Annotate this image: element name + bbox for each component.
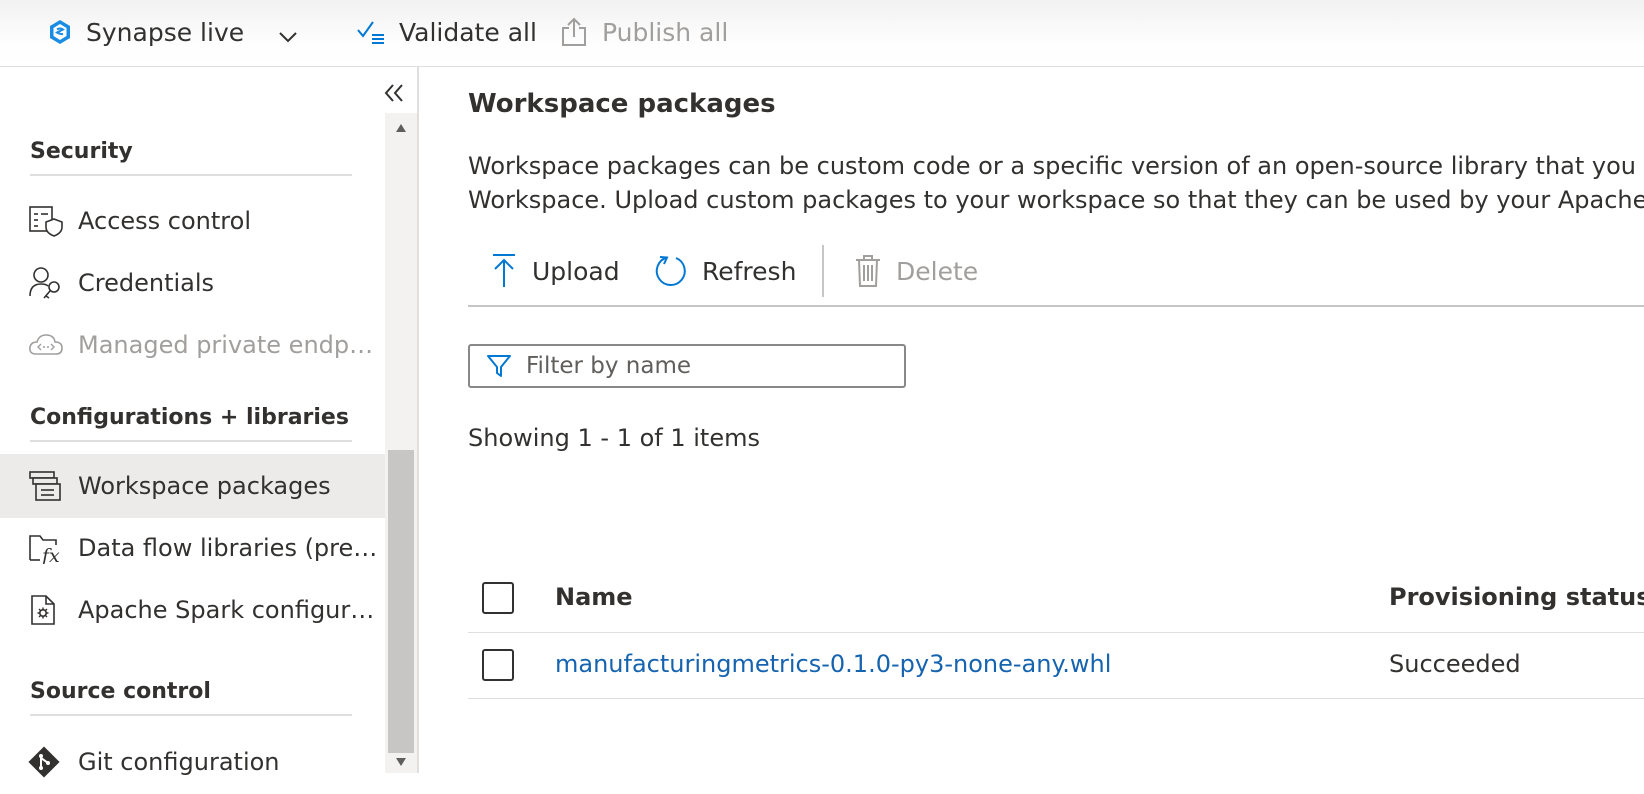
- packages-icon: [28, 470, 68, 502]
- table-header-row: Name Provisioning status: [468, 563, 1644, 633]
- workspace-mode-label: Synapse live: [86, 17, 245, 47]
- table-row[interactable]: manufacturingmetrics-0.1.0-py3-none-any.…: [468, 633, 1644, 699]
- chevron-down-icon: [278, 27, 298, 47]
- sidebar-scrollbar[interactable]: [385, 113, 417, 773]
- sidebar-item-label: Apache Spark configurations: [78, 596, 380, 624]
- sidebar-item-credentials[interactable]: Credentials: [0, 251, 385, 315]
- svg-text:fx: fx: [40, 545, 60, 564]
- section-header-source-control: Source control: [30, 679, 352, 716]
- section-header-security: Security: [30, 139, 352, 176]
- sidebar-item-label: Data flow libraries (preview): [78, 534, 380, 562]
- delete-button[interactable]: Delete: [854, 249, 978, 293]
- description-line: Workspace packages can be custom code or…: [468, 152, 1644, 180]
- scroll-down-arrow-icon[interactable]: [395, 757, 407, 767]
- access-control-icon: [28, 205, 68, 237]
- publish-all-label: Publish all: [602, 17, 729, 47]
- publish-icon: [560, 17, 588, 47]
- spark-config-icon: [28, 594, 68, 626]
- filter-box: [468, 344, 906, 388]
- sidebar-item-apache-spark-configurations[interactable]: Apache Spark configurations: [0, 578, 385, 642]
- page-description: Workspace packages can be custom code or…: [468, 149, 1644, 217]
- delete-label: Delete: [896, 256, 979, 286]
- collapse-sidebar-button[interactable]: [380, 79, 408, 107]
- provisioning-status: Succeeded: [1389, 650, 1521, 678]
- publish-all-button[interactable]: Publish all: [560, 17, 728, 47]
- validate-all-button[interactable]: Validate all: [357, 17, 537, 47]
- page-title: Workspace packages: [468, 89, 776, 119]
- upload-button[interactable]: Upload: [490, 249, 620, 293]
- sidebar-item-data-flow-libraries[interactable]: fx Data flow libraries (preview): [0, 516, 385, 580]
- manage-sidebar: Security Access control Credentials Mana…: [0, 67, 419, 778]
- sidebar-item-label: Credentials: [78, 269, 215, 297]
- delete-icon: [854, 254, 882, 288]
- description-line: Workspace. Upload custom packages to you…: [468, 186, 1644, 214]
- double-chevron-left-icon: [380, 79, 408, 107]
- filter-by-name-input[interactable]: [524, 352, 898, 380]
- refresh-icon: [654, 254, 688, 288]
- sidebar-item-label: Managed private endpoints: [78, 331, 380, 359]
- section-header-configurations-libraries: Configurations + libraries: [30, 405, 352, 442]
- sidebar-item-access-control[interactable]: Access control: [0, 189, 385, 253]
- validate-all-label: Validate all: [399, 17, 537, 47]
- refresh-button[interactable]: Refresh: [654, 249, 796, 293]
- workspace-mode-dropdown[interactable]: [278, 22, 298, 52]
- select-all-checkbox[interactable]: [482, 582, 514, 614]
- synapse-icon: [48, 19, 72, 45]
- sidebar-item-workspace-packages[interactable]: Workspace packages: [0, 454, 385, 518]
- validate-icon: [357, 18, 385, 46]
- items-count-text: Showing 1 - 1 of 1 items: [468, 424, 760, 452]
- column-header-name[interactable]: Name: [555, 583, 633, 611]
- upload-label: Upload: [532, 256, 620, 286]
- row-checkbox[interactable]: [482, 649, 514, 681]
- workspace-mode-selector[interactable]: Synapse live: [48, 17, 244, 47]
- sidebar-item-git-configuration[interactable]: Git configuration: [0, 730, 385, 794]
- command-separator: [822, 245, 824, 297]
- main-content: Workspace packages Workspace packages ca…: [468, 67, 1644, 773]
- sidebar-item-label: Git configuration: [78, 748, 280, 776]
- scrollbar-thumb[interactable]: [388, 450, 414, 753]
- top-toolbar: Synapse live Validate all Publish all: [0, 0, 1644, 67]
- command-bar: Upload Refresh Delete: [468, 237, 1644, 307]
- filter-icon: [486, 353, 512, 379]
- upload-icon: [490, 253, 518, 289]
- sidebar-item-label: Access control: [78, 207, 251, 235]
- sidebar-item-label: Workspace packages: [78, 472, 331, 500]
- function-folder-icon: fx: [28, 532, 68, 564]
- refresh-label: Refresh: [702, 256, 797, 286]
- git-icon: [28, 746, 68, 778]
- cloud-endpoint-icon: [28, 332, 68, 358]
- column-header-provisioning-status[interactable]: Provisioning status: [1389, 583, 1644, 611]
- sidebar-item-managed-private-endpoints[interactable]: Managed private endpoints: [0, 313, 385, 377]
- scroll-up-arrow-icon[interactable]: [395, 123, 407, 133]
- package-name-link[interactable]: manufacturingmetrics-0.1.0-py3-none-any.…: [555, 650, 1111, 678]
- credentials-icon: [28, 266, 68, 300]
